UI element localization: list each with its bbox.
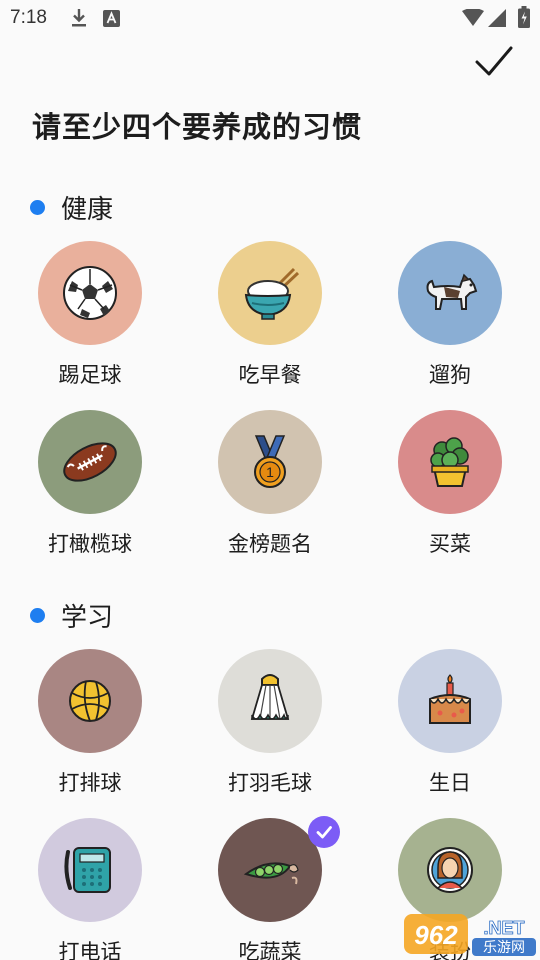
- habit-icon-circle: [398, 410, 502, 514]
- svg-text:乐游网: 乐游网: [483, 940, 525, 956]
- habit-icon-circle: [38, 818, 142, 922]
- habit-icon-circle: [218, 649, 322, 753]
- habit-item-rugby[interactable]: 打橄榄球: [15, 410, 165, 560]
- section-dot: [30, 607, 45, 623]
- habit-item-phone-call[interactable]: 打电话: [15, 818, 165, 960]
- section-header-health: 健康: [30, 190, 114, 225]
- text-notification-icon: [103, 10, 120, 27]
- medal-icon: 1: [218, 410, 322, 514]
- section-title: 学习: [61, 602, 114, 633]
- habit-item-eat-vegetables[interactable]: 吃蔬菜: [195, 816, 345, 960]
- cellular-signal-icon: [488, 9, 506, 27]
- habit-item-birthday[interactable]: 生日: [375, 649, 525, 799]
- habit-label: 金榜题名: [228, 532, 312, 556]
- svg-text:.NET: .NET: [483, 918, 524, 938]
- svg-text:962: 962: [414, 920, 458, 950]
- soccer-ball-icon: [38, 241, 142, 345]
- status-time: 7:18: [10, 7, 47, 28]
- shuttlecock-icon: [218, 649, 322, 753]
- habit-icon-circle: [38, 410, 142, 514]
- telephone-icon: [38, 818, 142, 922]
- rugby-ball-icon: [38, 410, 142, 514]
- habit-item-exam-success[interactable]: 1 金榜题名: [195, 410, 345, 560]
- 962-net-logo-icon: 962 .NET 乐游网: [404, 914, 536, 956]
- habit-item-badminton[interactable]: 打羽毛球: [195, 649, 345, 799]
- habit-label: 打羽毛球: [228, 771, 312, 795]
- habit-item-breakfast[interactable]: 吃早餐: [195, 241, 345, 391]
- habit-label: 打橄榄球: [48, 532, 132, 556]
- checkmark-icon: [475, 46, 513, 76]
- watermark-logo: 962 .NET 乐游网: [400, 910, 540, 960]
- habit-item-soccer[interactable]: 踢足球: [15, 241, 165, 391]
- habit-label: 买菜: [429, 532, 471, 556]
- person-portrait-icon: [398, 818, 502, 922]
- habit-label: 生日: [429, 771, 471, 795]
- peas-icon: [218, 818, 322, 922]
- status-bar: 7:18: [0, 0, 540, 36]
- habit-icon-circle: 1: [218, 410, 322, 514]
- habit-icon-circle: [218, 818, 322, 922]
- habit-item-walk-dog[interactable]: 遛狗: [375, 241, 525, 391]
- check-icon: [316, 826, 332, 839]
- selected-check-badge: [308, 816, 340, 848]
- habit-icon-circle: [398, 241, 502, 345]
- habit-icon-circle: [398, 818, 502, 922]
- potted-plant-icon: [398, 410, 502, 514]
- habit-icon-circle: [38, 649, 142, 753]
- habit-icon-circle: [38, 241, 142, 345]
- habit-label: 吃早餐: [238, 363, 302, 387]
- habit-icon-circle: [218, 241, 322, 345]
- habit-label: 吃蔬菜: [238, 940, 302, 960]
- habit-label: 遛狗: [429, 363, 471, 387]
- habit-label: 打排球: [58, 771, 122, 795]
- section-dot: [30, 199, 45, 215]
- habit-label: 打电话: [58, 940, 122, 960]
- section-header-study: 学习: [30, 598, 114, 633]
- habit-item-groceries[interactable]: 买菜: [375, 410, 525, 560]
- habit-label: 踢足球: [58, 363, 122, 387]
- confirm-button[interactable]: [472, 40, 516, 84]
- habit-icon-circle: [398, 649, 502, 753]
- battery-icon: [518, 6, 530, 28]
- volleyball-icon: [38, 649, 142, 753]
- section-title: 健康: [61, 194, 114, 225]
- wifi-icon: [462, 9, 484, 26]
- habit-item-volleyball[interactable]: 打排球: [15, 649, 165, 799]
- page-title: 请至少四个要养成的习惯: [32, 110, 363, 144]
- dog-icon: [398, 241, 502, 345]
- download-icon: [72, 9, 86, 27]
- birthday-cake-icon: [398, 649, 502, 753]
- svg-text:1: 1: [266, 464, 274, 480]
- rice-bowl-icon: [218, 241, 322, 345]
